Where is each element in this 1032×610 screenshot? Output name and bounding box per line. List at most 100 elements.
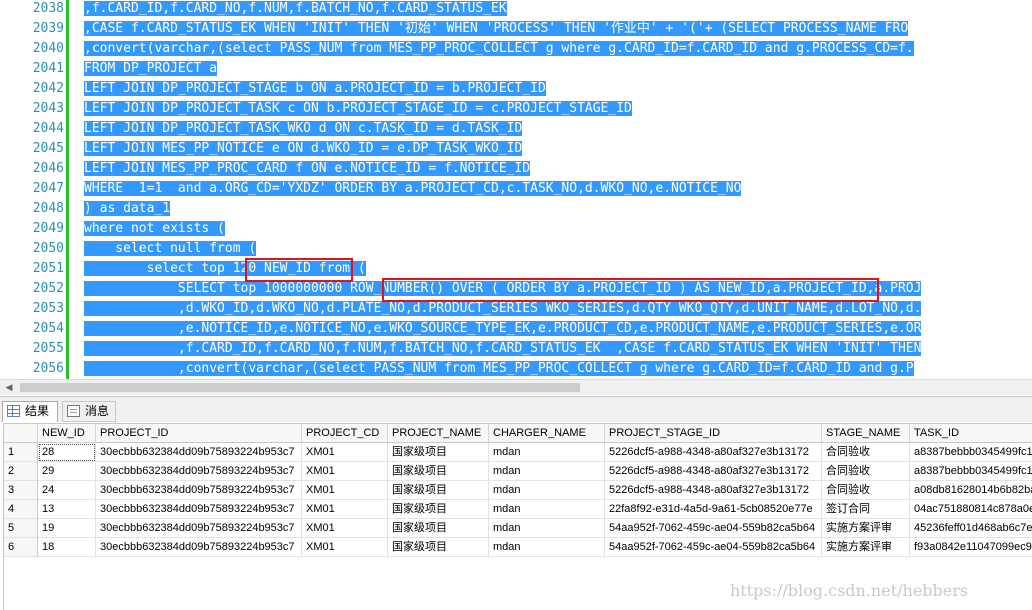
table-cell[interactable]: 24 bbox=[38, 481, 96, 500]
table-cell[interactable]: 5226dcf5-a988-4348-a80af327e3b13172 bbox=[605, 481, 822, 500]
table-cell[interactable]: 5226dcf5-a988-4348-a80af327e3b13172 bbox=[605, 443, 822, 462]
code-line[interactable]: ,f.CARD_ID,f.CARD_NO,f.NUM,f.BATCH_NO,f.… bbox=[84, 339, 922, 359]
table-cell[interactable]: 国家级项目 bbox=[388, 500, 489, 519]
table-cell[interactable]: 签订合同 bbox=[822, 500, 910, 519]
table-cell[interactable]: 国家级项目 bbox=[388, 462, 489, 481]
table-cell[interactable]: 30ecbbb632384dd09b75893224b953c7 bbox=[96, 481, 302, 500]
line-number: 2049 bbox=[32, 221, 64, 236]
table-cell[interactable]: 实施方案评审 bbox=[822, 538, 910, 557]
code-line[interactable]: ,f.CARD_ID,f.CARD_NO,f.NUM,f.BATCH_NO,f.… bbox=[84, 0, 507, 19]
grid-corner[interactable] bbox=[4, 424, 38, 443]
column-header[interactable]: PROJECT_CD bbox=[302, 424, 388, 443]
table-cell[interactable]: f93a0842e11047099ec942 bbox=[910, 538, 1032, 557]
column-header[interactable]: NEW_ID bbox=[38, 424, 96, 443]
column-header[interactable]: PROJECT_ID bbox=[96, 424, 302, 443]
row-number[interactable]: 6 bbox=[4, 538, 38, 557]
row-number[interactable]: 5 bbox=[4, 519, 38, 538]
table-cell[interactable]: 13 bbox=[38, 500, 96, 519]
selected-code-text: FROM DP_PROJECT a bbox=[84, 61, 218, 76]
table-cell[interactable]: 45236feff01d468ab6c7ec1 bbox=[910, 519, 1032, 538]
table-cell[interactable]: 国家级项目 bbox=[388, 443, 489, 462]
table-cell[interactable]: 国家级项目 bbox=[388, 519, 489, 538]
table-cell[interactable]: 18 bbox=[38, 538, 96, 557]
code-line[interactable]: LEFT JOIN DP_PROJECT_TASK_WKO d ON c.TAS… bbox=[84, 119, 523, 139]
code-line[interactable]: ,d.WKO_ID,d.WKO_NO,d.PLATE_NO,d.PRODUCT_… bbox=[84, 299, 922, 319]
table-cell[interactable]: a08db81628014b6b82ba7 bbox=[910, 481, 1032, 500]
table-cell[interactable]: 30ecbbb632384dd09b75893224b953c7 bbox=[96, 538, 302, 557]
editor-horizontal-scrollbar[interactable]: ◀ bbox=[0, 379, 1032, 395]
line-number: 2041 bbox=[32, 61, 64, 76]
table-cell[interactable]: mdan bbox=[489, 519, 605, 538]
table-cell[interactable]: 合同验收 bbox=[822, 481, 910, 500]
row-number[interactable]: 1 bbox=[4, 443, 38, 462]
code-line[interactable]: ,convert(varchar,(select PASS_NUM from M… bbox=[84, 39, 914, 59]
row-number[interactable]: 2 bbox=[4, 462, 38, 481]
column-header[interactable]: CHARGER_NAME bbox=[489, 424, 605, 443]
line-number: 2050 bbox=[32, 241, 64, 256]
table-cell[interactable]: mdan bbox=[489, 443, 605, 462]
tab-messages[interactable]: 消息 bbox=[62, 401, 116, 422]
code-line[interactable]: LEFT JOIN DP_PROJECT_TASK c ON b.PROJECT… bbox=[84, 99, 632, 119]
column-header[interactable]: PROJECT_STAGE_ID bbox=[605, 424, 822, 443]
table-cell[interactable]: XM01 bbox=[302, 500, 388, 519]
code-line[interactable]: WHERE 1=1 and a.ORG_CD='YXDZ' ORDER BY a… bbox=[84, 179, 742, 199]
scroll-left-icon[interactable]: ◀ bbox=[2, 380, 16, 395]
table-cell[interactable]: 国家级项目 bbox=[388, 481, 489, 500]
code-line[interactable]: ,convert(varchar,(select PASS_NUM from M… bbox=[84, 359, 914, 379]
column-header[interactable]: STAGE_NAME bbox=[822, 424, 910, 443]
table-cell[interactable]: mdan bbox=[489, 462, 605, 481]
table-cell[interactable]: XM01 bbox=[302, 538, 388, 557]
table-cell[interactable]: 54aa952f-7062-459c-ae04-559b82ca5b64 bbox=[605, 519, 822, 538]
grid-icon bbox=[7, 405, 20, 417]
column-header[interactable]: TASK_ID bbox=[910, 424, 1032, 443]
table-cell[interactable]: a8387bebbb0345499fc179 bbox=[910, 443, 1032, 462]
table-cell[interactable]: 合同验收 bbox=[822, 462, 910, 481]
table-cell[interactable]: 国家级项目 bbox=[388, 538, 489, 557]
sql-editor[interactable]: 2038 2039 2040 2041 2042 2043 2044 2045 2046 2047… bbox=[0, 0, 1032, 379]
table-cell[interactable]: XM01 bbox=[302, 443, 388, 462]
code-line[interactable]: LEFT JOIN DP_PROJECT_STAGE b ON a.PROJEC… bbox=[84, 79, 546, 99]
code-line[interactable]: FROM DP_PROJECT a bbox=[84, 59, 218, 79]
table-cell[interactable]: XM01 bbox=[302, 519, 388, 538]
line-number: 2042 bbox=[32, 81, 64, 96]
selected-code-text: LEFT JOIN DP_PROJECT_TASK_WKO d ON c.TAS… bbox=[84, 121, 523, 136]
selected-code-text: ,d.WKO_ID,d.WKO_NO,d.PLATE_NO,d.PRODUCT_… bbox=[84, 301, 922, 316]
table-cell[interactable]: 28 bbox=[38, 443, 96, 462]
code-line[interactable]: LEFT JOIN MES_PP_NOTICE e ON d.WKO_ID = … bbox=[84, 139, 523, 159]
tab-results[interactable]: 结果 bbox=[2, 401, 58, 422]
table-cell[interactable]: 19 bbox=[38, 519, 96, 538]
table-cell[interactable]: 5226dcf5-a988-4348-a80af327e3b13172 bbox=[605, 462, 822, 481]
code-line[interactable]: ,e.NOTICE_ID,e.NOTICE_NO,e.WKO_SOURCE_TY… bbox=[84, 319, 922, 339]
column-header[interactable]: PROJECT_NAME bbox=[388, 424, 489, 443]
selected-code-text: ,convert(varchar,(select PASS_NUM from M… bbox=[84, 41, 914, 56]
table-cell[interactable]: 实施方案评审 bbox=[822, 519, 910, 538]
table-cell[interactable]: mdan bbox=[489, 481, 605, 500]
table-cell[interactable]: 04ac751880814c878a0ee bbox=[910, 500, 1032, 519]
code-line[interactable]: LEFT JOIN MES_PP_PROC_CARD f ON e.NOTICE… bbox=[84, 159, 531, 179]
table-cell[interactable]: 30ecbbb632384dd09b75893224b953c7 bbox=[96, 462, 302, 481]
table-cell[interactable]: 合同验收 bbox=[822, 443, 910, 462]
code-line[interactable]: ) as data_1 bbox=[84, 199, 171, 219]
table-cell[interactable]: 30ecbbb632384dd09b75893224b953c7 bbox=[96, 500, 302, 519]
selected-code-text: LEFT JOIN MES_PP_PROC_CARD f ON e.NOTICE… bbox=[84, 161, 531, 176]
table-cell[interactable]: XM01 bbox=[302, 481, 388, 500]
row-number[interactable]: 4 bbox=[4, 500, 38, 519]
table-cell[interactable]: a8387bebbb0345499fc179 bbox=[910, 462, 1032, 481]
selected-code-text: ,CASE f.CARD_STATUS_EK WHEN 'INIT' THEN … bbox=[84, 21, 909, 36]
table-cell[interactable]: mdan bbox=[489, 538, 605, 557]
code-line[interactable]: ,CASE f.CARD_STATUS_EK WHEN 'INIT' THEN … bbox=[84, 19, 909, 39]
table-cell[interactable]: 30ecbbb632384dd09b75893224b953c7 bbox=[96, 519, 302, 538]
row-number[interactable]: 3 bbox=[4, 481, 38, 500]
scrollbar-thumb[interactable] bbox=[20, 383, 580, 392]
code-line[interactable]: where not exists ( bbox=[84, 219, 225, 239]
table-cell[interactable]: mdan bbox=[489, 500, 605, 519]
table-cell[interactable]: 54aa952f-7062-459c-ae04-559b82ca5b64 bbox=[605, 538, 822, 557]
line-number: 2046 bbox=[32, 161, 64, 176]
code-line[interactable]: select null from ( bbox=[84, 239, 257, 259]
table-cell[interactable]: 29 bbox=[38, 462, 96, 481]
change-tracking-bar bbox=[66, 0, 69, 379]
table-cell[interactable]: XM01 bbox=[302, 462, 388, 481]
line-number: 2053 bbox=[32, 301, 64, 316]
table-cell[interactable]: 30ecbbb632384dd09b75893224b953c7 bbox=[96, 443, 302, 462]
table-cell[interactable]: 22fa8f92-e31d-4a5d-9a61-5cb08520e77e bbox=[605, 500, 822, 519]
